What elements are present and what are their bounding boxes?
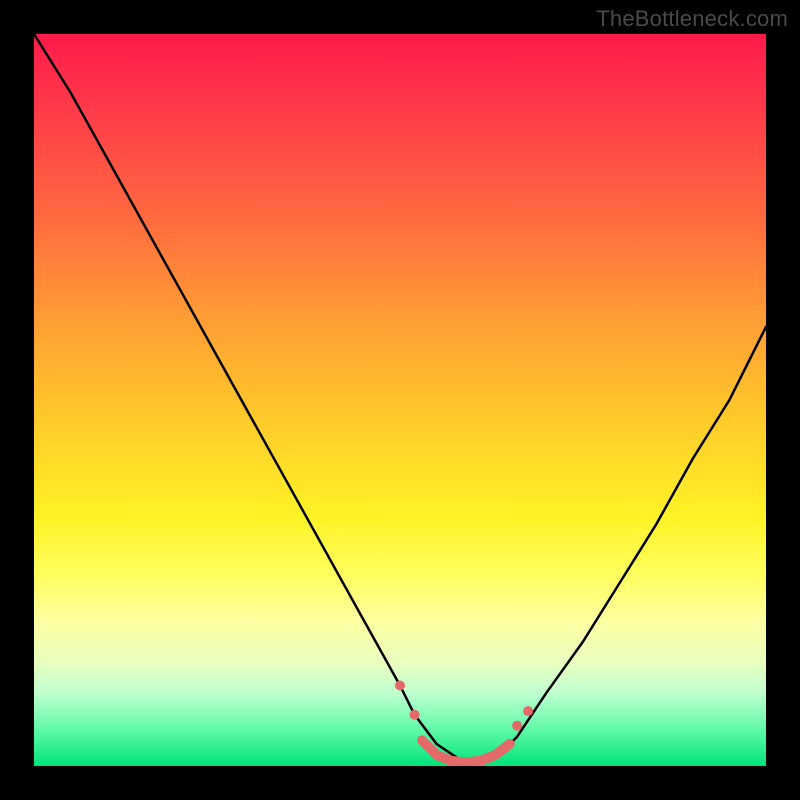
plot-area [34,34,766,766]
chart-frame: TheBottleneck.com [0,0,800,800]
curve-layer [34,34,766,762]
left-dot-1 [395,681,405,691]
left-dot-2 [410,710,420,720]
watermark-text: TheBottleneck.com [596,6,788,32]
bottleneck-curve [34,34,766,762]
right-dot-1 [512,721,522,731]
chart-svg [34,34,766,766]
right-dot-2 [523,706,533,716]
markers-group [395,681,533,731]
